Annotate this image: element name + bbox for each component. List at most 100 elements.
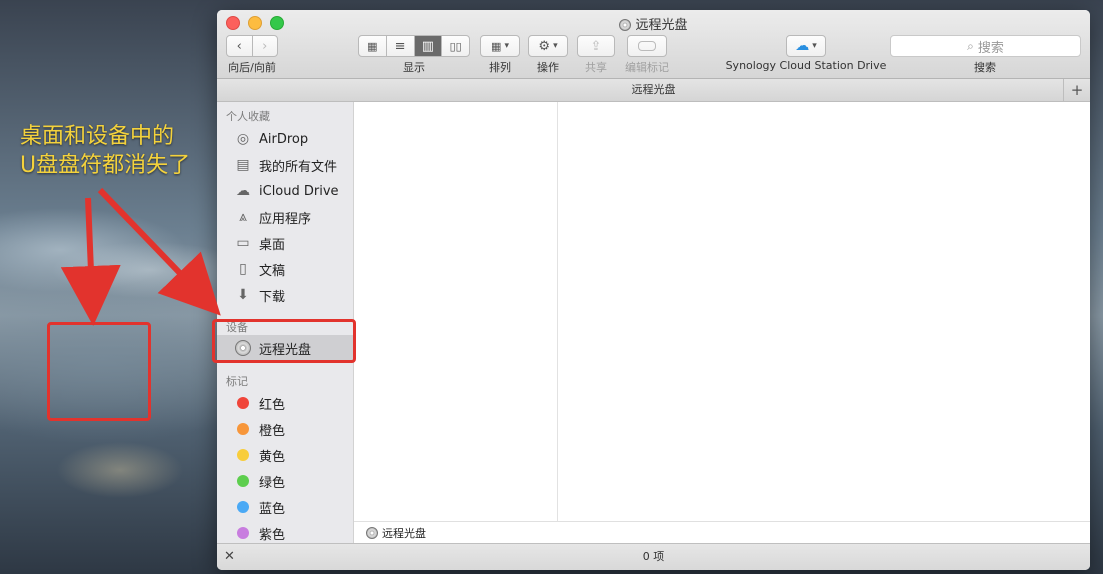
disc-icon bbox=[619, 19, 632, 31]
search-icon: ⌕ bbox=[967, 38, 974, 53]
add-tab-button[interactable]: + bbox=[1063, 79, 1090, 101]
cloud-station-button[interactable]: ☁ ▾ bbox=[786, 35, 826, 57]
search-placeholder: 搜索 bbox=[977, 40, 1004, 56]
red-tag-icon bbox=[237, 397, 249, 409]
arrange-label: 排列 bbox=[489, 61, 511, 74]
window-title: 远程光盘 bbox=[217, 14, 1090, 33]
orange-tag-icon bbox=[237, 423, 249, 435]
chevron-left-icon: ‹ bbox=[236, 38, 242, 54]
yellow-tag-icon bbox=[237, 449, 249, 461]
sidebar-item-label: 下载 bbox=[259, 289, 286, 305]
sidebar-item-label: 绿色 bbox=[259, 475, 286, 491]
search-label: 搜索 bbox=[974, 61, 996, 74]
grid-icon: ▦ bbox=[367, 39, 378, 53]
sidebar-tag-green[interactable]: 绿色 bbox=[217, 468, 353, 494]
view-control: ▦ ≡ ▥ ▯▯ bbox=[358, 35, 470, 57]
all-files-icon: ▤ bbox=[236, 157, 250, 173]
cloud-icon: ☁ bbox=[795, 38, 810, 54]
chevron-right-icon: › bbox=[262, 38, 268, 54]
path-bar: 远程光盘 + bbox=[217, 79, 1090, 102]
purple-tag-icon bbox=[237, 527, 249, 539]
back-forward-control: ‹ › bbox=[226, 35, 278, 57]
forward-button[interactable]: › bbox=[253, 36, 278, 56]
green-tag-icon bbox=[237, 475, 249, 487]
list-icon: ≡ bbox=[394, 38, 406, 54]
action-button[interactable]: ⚙ ▾ bbox=[528, 35, 568, 57]
column-browser[interactable] bbox=[354, 102, 1090, 521]
share-button[interactable]: ⇪ bbox=[577, 35, 615, 57]
annotation-box-desktop bbox=[47, 322, 151, 421]
sidebar-tag-blue[interactable]: 蓝色 bbox=[217, 494, 353, 520]
cloud-icon: ☁ bbox=[236, 183, 250, 199]
list-view-button[interactable]: ≡ bbox=[387, 36, 415, 56]
sidebar-item-label: 红色 bbox=[259, 397, 286, 413]
chevron-down-icon: ▾ bbox=[553, 41, 558, 51]
sidebar-item-label: AirDrop bbox=[259, 131, 309, 147]
sidebar-item-downloads[interactable]: ⬇ 下载 bbox=[217, 282, 353, 308]
toolbar: 远程光盘 ‹ › 向后/向前 ▦ ≡ ▥ ▯▯ 显示 ▦ ▾ 排列 ⚙ ▾ 操作 ⇪… bbox=[217, 10, 1090, 79]
chevron-down-icon: ▾ bbox=[504, 41, 509, 51]
sidebar-item-all-files[interactable]: ▤ 我的所有文件 bbox=[217, 152, 353, 178]
annotation-line-2: U盘盘符都消失了 bbox=[20, 153, 191, 178]
sidebar-item-airdrop[interactable]: ◎ AirDrop bbox=[217, 126, 353, 152]
airdrop-icon: ◎ bbox=[236, 131, 250, 147]
sidebar-item-label: 我的所有文件 bbox=[259, 159, 338, 175]
sidebar-item-label: 橙色 bbox=[259, 423, 286, 439]
cover-flow-icon: ▯▯ bbox=[449, 39, 462, 53]
sidebar-item-icloud-drive[interactable]: ☁ iCloud Drive bbox=[217, 178, 353, 204]
annotation-line-1: 桌面和设备中的 bbox=[20, 124, 175, 149]
applications-icon: ⩓ bbox=[239, 209, 247, 225]
sidebar-toggle-icon[interactable]: ✕ bbox=[224, 544, 235, 570]
status-bar: ✕ 0 项 bbox=[217, 543, 1090, 570]
tag-icon bbox=[638, 41, 656, 51]
blue-tag-icon bbox=[237, 501, 249, 513]
gear-icon: ⚙ bbox=[538, 38, 551, 54]
sidebar-item-label: 桌面 bbox=[259, 237, 286, 253]
tags-header: 标记 bbox=[226, 375, 248, 388]
documents-icon: ▯ bbox=[239, 261, 247, 277]
path-bar-title: 远程光盘 bbox=[631, 83, 676, 96]
sidebar-item-label: 应用程序 bbox=[259, 211, 312, 227]
share-icon: ⇪ bbox=[590, 38, 602, 54]
arrange-icon: ▦ bbox=[491, 39, 502, 53]
favorites-header: 个人收藏 bbox=[226, 110, 270, 123]
search-field[interactable]: ⌕ 搜索 bbox=[890, 35, 1081, 57]
icon-view-button[interactable]: ▦ bbox=[359, 36, 387, 56]
action-label: 操作 bbox=[537, 61, 559, 74]
chevron-down-icon: ▾ bbox=[812, 41, 817, 51]
footer-path-bar: 远程光盘 bbox=[354, 521, 1090, 544]
sidebar-item-label: 紫色 bbox=[259, 527, 286, 543]
cover-flow-button[interactable]: ▯▯ bbox=[442, 36, 469, 56]
footer-path-item[interactable]: 远程光盘 bbox=[382, 525, 426, 541]
share-label: 共享 bbox=[585, 61, 607, 74]
desktop-icon: ▭ bbox=[236, 235, 250, 251]
sidebar-item-label: iCloud Drive bbox=[259, 183, 339, 199]
sidebar-tag-orange[interactable]: 橙色 bbox=[217, 416, 353, 442]
back-forward-label: 向后/向前 bbox=[228, 61, 276, 74]
arrange-button[interactable]: ▦ ▾ bbox=[480, 35, 520, 57]
sidebar-item-documents[interactable]: ▯ 文稿 bbox=[217, 256, 353, 282]
sidebar-tag-red[interactable]: 红色 bbox=[217, 390, 353, 416]
sidebar-tag-yellow[interactable]: 黄色 bbox=[217, 442, 353, 468]
columns-icon: ▥ bbox=[421, 38, 435, 54]
sidebar-item-label: 文稿 bbox=[259, 263, 286, 279]
annotation-text: 桌面和设备中的 U盘盘符都消失了 bbox=[20, 122, 190, 180]
plus-icon: + bbox=[1070, 81, 1084, 99]
sidebar-item-applications[interactable]: ⩓ 应用程序 bbox=[217, 204, 353, 230]
annotation-box-devices bbox=[212, 319, 356, 363]
window-title-text: 远程光盘 bbox=[635, 18, 688, 33]
column-divider[interactable] bbox=[557, 102, 558, 521]
cloud-station-label: Synology Cloud Station Drive bbox=[725, 59, 887, 72]
sidebar-item-label: 黄色 bbox=[259, 449, 286, 465]
sidebar-item-label: 蓝色 bbox=[259, 501, 286, 517]
item-count: 0 项 bbox=[642, 550, 665, 563]
finder-window: 远程光盘 ‹ › 向后/向前 ▦ ≡ ▥ ▯▯ 显示 ▦ ▾ 排列 ⚙ ▾ 操作 ⇪… bbox=[217, 10, 1090, 570]
back-button[interactable]: ‹ bbox=[227, 36, 253, 56]
view-label: 显示 bbox=[403, 61, 425, 74]
edit-tags-label: 编辑标记 bbox=[625, 61, 669, 74]
download-icon: ⬇ bbox=[237, 287, 249, 303]
disc-icon bbox=[366, 527, 378, 539]
column-view-button[interactable]: ▥ bbox=[414, 36, 443, 56]
sidebar-item-desktop[interactable]: ▭ 桌面 bbox=[217, 230, 353, 256]
edit-tags-button[interactable] bbox=[627, 35, 667, 57]
